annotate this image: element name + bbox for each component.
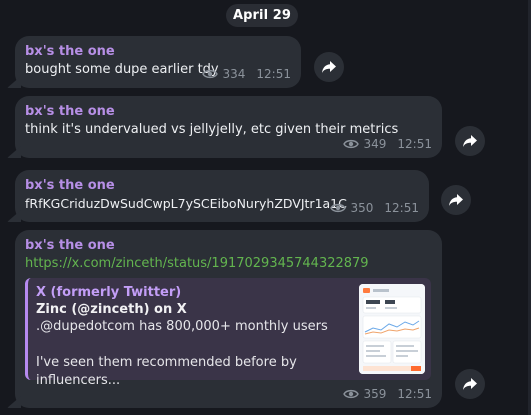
eye-icon [342, 388, 359, 400]
message-meta: 334 12:51 [201, 67, 291, 81]
message-bubble[interactable]: bx's the one https://x.com/zinceth/statu… [15, 230, 442, 408]
message-meta: 349 12:51 [342, 137, 432, 151]
forward-button[interactable] [455, 369, 485, 399]
forward-arrow-icon [448, 193, 464, 207]
forward-button[interactable] [314, 52, 344, 82]
message-time: 12:51 [256, 67, 291, 81]
sender-name[interactable]: bx's the one [25, 103, 432, 121]
date-divider: April 29 [226, 4, 298, 27]
view-count: 334 [222, 67, 246, 81]
eye-icon [201, 68, 218, 80]
chat-view: April 29 bx's the one bought some dupe e… [0, 0, 531, 415]
preview-description: .@dupedotcom has 800,000+ monthly users … [36, 319, 328, 388]
message-time: 12:51 [397, 387, 432, 401]
eye-icon [329, 202, 346, 214]
sender-name[interactable]: bx's the one [25, 43, 291, 61]
sender-name[interactable]: bx's the one [25, 237, 432, 255]
forward-arrow-icon [462, 134, 478, 148]
forward-arrow-icon [462, 377, 478, 391]
view-count: 349 [363, 137, 387, 151]
message-bubble[interactable]: bx's the one bought some dupe earlier td… [15, 36, 301, 88]
message-bubble[interactable]: bx's the one think it's undervalued vs j… [15, 96, 442, 158]
message-time: 12:51 [397, 137, 432, 151]
forward-button[interactable] [455, 126, 485, 156]
link-preview[interactable]: X (formerly Twitter) Zinc (@zinceth) on … [25, 278, 431, 388]
message-link[interactable]: https://x.com/zinceth/status/19170293457… [25, 255, 432, 273]
view-count: 350 [350, 201, 374, 215]
sender-name[interactable]: bx's the one [25, 177, 419, 195]
message-meta: 359 12:51 [342, 387, 432, 401]
eye-icon [342, 138, 359, 150]
forward-button[interactable] [441, 185, 471, 215]
message-meta: 350 12:51 [329, 201, 419, 215]
view-count: 359 [363, 387, 387, 401]
message-time: 12:51 [384, 201, 419, 215]
preview-thumbnail[interactable] [359, 284, 425, 374]
forward-arrow-icon [321, 60, 337, 74]
message-bubble[interactable]: bx's the one fRfKGCriduzDwSudCwpL7ySCEib… [15, 170, 429, 222]
